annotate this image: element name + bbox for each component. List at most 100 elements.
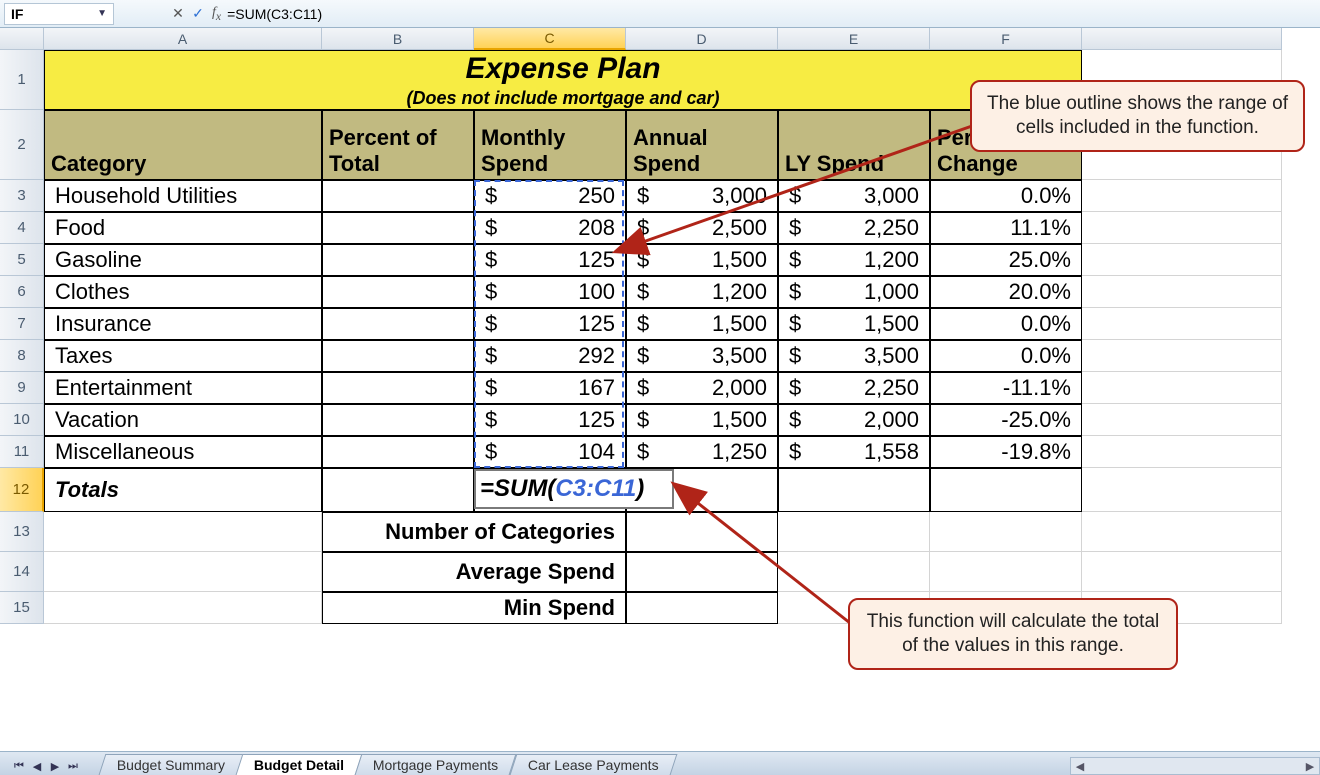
cell-B7[interactable] [322, 308, 474, 340]
cell-C7[interactable]: $125 [474, 308, 626, 340]
cell-B11[interactable] [322, 436, 474, 468]
cell-D15[interactable] [626, 592, 778, 624]
cell-D7[interactable]: $1,500 [626, 308, 778, 340]
cell-C5[interactable]: $125 [474, 244, 626, 276]
cell-G5[interactable] [1082, 244, 1282, 276]
cell-G13[interactable] [1082, 512, 1282, 552]
header-annual-spend[interactable]: Annual Spend [626, 110, 778, 180]
cell-G4[interactable] [1082, 212, 1282, 244]
cell-F7[interactable]: 0.0% [930, 308, 1082, 340]
cell-G3[interactable] [1082, 180, 1282, 212]
row-header-12[interactable]: 12 [0, 468, 44, 512]
formula-input[interactable]: =SUM(C3:C11) [227, 6, 1316, 22]
cell-F3[interactable]: 0.0% [930, 180, 1082, 212]
col-header-G[interactable] [1082, 28, 1282, 50]
cell-F14[interactable] [930, 552, 1082, 592]
cell-D13[interactable] [626, 512, 778, 552]
cell-A6[interactable]: Clothes [44, 276, 322, 308]
row-header-15[interactable]: 15 [0, 592, 44, 624]
horizontal-scrollbar[interactable]: ◀ ▶ [1070, 757, 1320, 775]
cell-B8[interactable] [322, 340, 474, 372]
fx-icon[interactable]: fx [212, 5, 221, 23]
cell-D14[interactable] [626, 552, 778, 592]
cell-E9[interactable]: $2,250 [778, 372, 930, 404]
title-cell[interactable]: Expense Plan (Does not include mortgage … [44, 50, 1082, 110]
tab-nav-prev-icon[interactable]: ◀ [28, 757, 46, 775]
tab-nav-next-icon[interactable]: ▶ [46, 757, 64, 775]
cell-B10[interactable] [322, 404, 474, 436]
cell-F9[interactable]: -11.1% [930, 372, 1082, 404]
row-header-6[interactable]: 6 [0, 276, 44, 308]
cell-E14[interactable] [778, 552, 930, 592]
row-header-11[interactable]: 11 [0, 436, 44, 468]
cancel-icon[interactable]: ✕ [168, 5, 188, 22]
cell-D5[interactable]: $1,500 [626, 244, 778, 276]
cell-G6[interactable] [1082, 276, 1282, 308]
cell-F4[interactable]: 11.1% [930, 212, 1082, 244]
col-header-E[interactable]: E [778, 28, 930, 50]
scroll-left-icon[interactable]: ◀ [1071, 760, 1089, 773]
cell-G9[interactable] [1082, 372, 1282, 404]
row-header-14[interactable]: 14 [0, 552, 44, 592]
cell-C8[interactable]: $292 [474, 340, 626, 372]
cell-G12[interactable] [1082, 468, 1282, 512]
row-header-1[interactable]: 1 [0, 50, 44, 110]
row-header-3[interactable]: 3 [0, 180, 44, 212]
cell-A7[interactable]: Insurance [44, 308, 322, 340]
header-category[interactable]: Category [44, 110, 322, 180]
row-header-2[interactable]: 2 [0, 110, 44, 180]
cell-G10[interactable] [1082, 404, 1282, 436]
cell-C9[interactable]: $167 [474, 372, 626, 404]
tab-nav-last-icon[interactable]: ⏭ [64, 757, 82, 775]
cell-E8[interactable]: $3,500 [778, 340, 930, 372]
row-header-9[interactable]: 9 [0, 372, 44, 404]
cell-A9[interactable]: Entertainment [44, 372, 322, 404]
cell-G7[interactable] [1082, 308, 1282, 340]
row-header-10[interactable]: 10 [0, 404, 44, 436]
cell-F12[interactable] [930, 468, 1082, 512]
cell-F11[interactable]: -19.8% [930, 436, 1082, 468]
cell-C10[interactable]: $125 [474, 404, 626, 436]
row-header-4[interactable]: 4 [0, 212, 44, 244]
sheet-tab-budget-summary[interactable]: Budget Summary [99, 754, 244, 775]
cell-F5[interactable]: 25.0% [930, 244, 1082, 276]
cell-A14[interactable] [44, 552, 322, 592]
cell-G11[interactable] [1082, 436, 1282, 468]
cell-A4[interactable]: Food [44, 212, 322, 244]
cell-B9[interactable] [322, 372, 474, 404]
cell-A8[interactable]: Taxes [44, 340, 322, 372]
cell-B4[interactable] [322, 212, 474, 244]
header-ly-spend[interactable]: LY Spend [778, 110, 930, 180]
col-header-A[interactable]: A [44, 28, 322, 50]
cell-F10[interactable]: -25.0% [930, 404, 1082, 436]
tab-nav-first-icon[interactable]: ⏮ [10, 757, 28, 775]
row-header-5[interactable]: 5 [0, 244, 44, 276]
cell-E7[interactable]: $1,500 [778, 308, 930, 340]
cell-F6[interactable]: 20.0% [930, 276, 1082, 308]
cell-E3[interactable]: $3,000 [778, 180, 930, 212]
cell-G8[interactable] [1082, 340, 1282, 372]
cell-B6[interactable] [322, 276, 474, 308]
cell-C11[interactable]: $104 [474, 436, 626, 468]
cell-C3[interactable]: $250 [474, 180, 626, 212]
cell-A3[interactable]: Household Utilities [44, 180, 322, 212]
sheet-tab-budget-detail[interactable]: Budget Detail [236, 754, 363, 775]
enter-icon[interactable]: ✓ [188, 5, 208, 22]
header-monthly-spend[interactable]: Monthly Spend [474, 110, 626, 180]
header-percent-total[interactable]: Percent of Total [322, 110, 474, 180]
cell-D4[interactable]: $2,500 [626, 212, 778, 244]
col-header-C[interactable]: C [474, 28, 626, 50]
cell-editor[interactable]: =SUM(C3:C11) [474, 469, 674, 509]
cell-B5[interactable] [322, 244, 474, 276]
label-min-spend[interactable]: Min Spend [322, 592, 626, 624]
cell-D6[interactable]: $1,200 [626, 276, 778, 308]
cell-E10[interactable]: $2,000 [778, 404, 930, 436]
cell-C6[interactable]: $100 [474, 276, 626, 308]
cell-G14[interactable] [1082, 552, 1282, 592]
cell-E6[interactable]: $1,000 [778, 276, 930, 308]
cell-C4[interactable]: $208 [474, 212, 626, 244]
cell-A5[interactable]: Gasoline [44, 244, 322, 276]
cell-D8[interactable]: $3,500 [626, 340, 778, 372]
totals-label[interactable]: Totals [44, 468, 322, 512]
cell-E5[interactable]: $1,200 [778, 244, 930, 276]
